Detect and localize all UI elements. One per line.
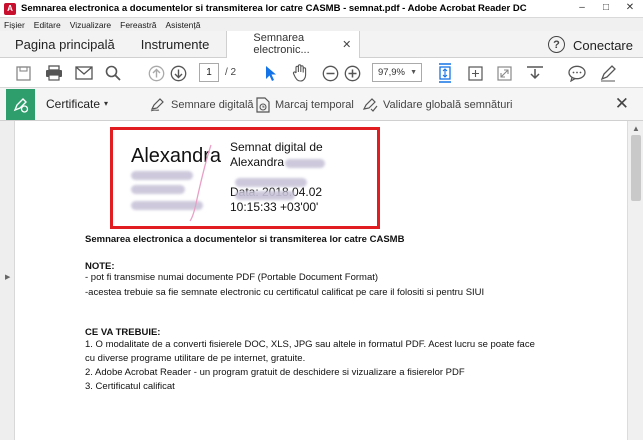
full-screen-icon[interactable] (466, 64, 484, 82)
acrobat-app-icon: A (4, 2, 16, 15)
requirement-2: 2. Adobe Acrobat Reader - un program gra… (85, 367, 465, 378)
requirement-1b: cu diverse programe utilitare de pe inte… (85, 353, 306, 364)
certificate-tool-icon[interactable] (6, 89, 35, 120)
scroll-mode-icon[interactable] (525, 64, 545, 82)
title-bar: A Semnarea electronica a documentelor si… (0, 0, 643, 18)
timestamp-doc-icon (256, 97, 270, 113)
comment-icon[interactable] (567, 64, 587, 82)
zoom-out-icon[interactable] (321, 64, 339, 82)
select-cursor-icon[interactable] (262, 64, 280, 82)
menu-file[interactable]: Fișier (4, 20, 25, 30)
caret-down-icon[interactable]: ▾ (104, 99, 108, 108)
left-panel-toggle[interactable]: ▶ (0, 121, 15, 440)
note-line-2: -acestea trebuie sa fie semnate electron… (85, 287, 485, 298)
hand-tool-icon[interactable] (290, 64, 310, 82)
scrollbar-thumb[interactable] (631, 135, 641, 201)
menu-help[interactable]: Asistență (166, 20, 201, 30)
scroll-up-icon[interactable]: ▲ (632, 124, 640, 133)
redacted-text (131, 171, 193, 180)
zoom-in-icon[interactable] (343, 64, 361, 82)
chevron-down-icon: ▼ (410, 69, 417, 76)
signature-line-4: 10:15:33 +03'00' (230, 200, 319, 214)
certificates-toolbar: Certificate ▾ Semnare digitală Marcaj te… (0, 88, 643, 121)
minimize-button[interactable]: – (575, 2, 589, 13)
document-viewer[interactable]: Alexandra Semnat digital de Alexandra Da… (15, 121, 627, 440)
timestamp-label: Marcaj temporal (275, 99, 354, 111)
timestamp-button[interactable]: Marcaj temporal (256, 97, 354, 113)
tab-document-label: Semnarea electronic... (253, 32, 310, 56)
window-title: Semnarea electronica a documentelor si t… (21, 3, 527, 14)
redacted-text (235, 178, 307, 187)
signature-pen-icon (150, 98, 164, 112)
menu-window[interactable]: Fereastră (120, 20, 156, 30)
expand-panel-icon[interactable]: ▶ (5, 273, 10, 281)
signature-signer: Alexandra (230, 155, 285, 169)
close-toolbar-icon[interactable]: ✕ (615, 94, 629, 114)
note-title: NOTE: (85, 261, 115, 272)
print-icon[interactable] (44, 64, 64, 82)
zoom-level-select[interactable]: 97,9% ▼ (372, 63, 422, 82)
validate-signatures-button[interactable]: Validare globală semnături (362, 97, 512, 112)
close-window-button[interactable]: ✕ (623, 2, 637, 13)
digital-sign-button[interactable]: Semnare digitală (150, 97, 254, 112)
main-toolbar: 1 / 2 97,9% ▼ (0, 58, 643, 88)
vertical-scrollbar[interactable]: ▲ (627, 121, 643, 440)
window-controls: – □ ✕ (575, 2, 637, 13)
search-icon[interactable] (104, 64, 122, 82)
tab-document[interactable]: Semnarea electronic... ✕ (226, 30, 361, 58)
fit-page-icon[interactable] (436, 63, 454, 83)
menu-edit[interactable]: Editare (34, 20, 61, 30)
tab-home[interactable]: Pagina principală (0, 31, 128, 58)
requirement-1a: 1. O modalitate de a converti fisierele … (85, 339, 535, 350)
login-button[interactable]: Conectare (573, 38, 633, 53)
signature-line-1: Semnat digital de (230, 140, 323, 154)
signature-stroke-graphic (189, 144, 212, 222)
requirements-title: CE VA TREBUIE: (85, 327, 161, 338)
previous-page-icon[interactable] (147, 64, 165, 82)
menu-bar: Fișier Editare Vizualizare Fereastră Asi… (0, 18, 643, 31)
redacted-text (131, 185, 185, 194)
page-total: / 2 (225, 67, 237, 78)
tab-tools[interactable]: Instrumente (128, 31, 223, 58)
validate-signature-icon (362, 98, 378, 112)
note-line-1: - pot fi transmise numai documente PDF (… (85, 272, 379, 283)
maximize-button[interactable]: □ (599, 2, 613, 13)
page-number-input[interactable]: 1 (199, 63, 219, 82)
digital-sign-label: Semnare digitală (171, 98, 254, 111)
tab-bar: Pagina principală Instrumente Semnarea e… (0, 30, 643, 58)
zoom-level-value: 97,9% (378, 67, 405, 78)
certificates-menu[interactable]: Certificate (46, 97, 100, 111)
document-heading: Semnarea electronica a documentelor si t… (85, 234, 405, 245)
menu-view[interactable]: Vizualizare (70, 20, 111, 30)
tab-close-icon[interactable]: ✕ (342, 38, 351, 51)
requirement-3: 3. Certificatul calificat (85, 381, 175, 392)
redacted-text (285, 159, 325, 168)
redacted-text (235, 191, 295, 200)
email-icon[interactable] (74, 64, 94, 82)
next-page-icon[interactable] (169, 64, 187, 82)
sign-pen-icon[interactable] (598, 64, 618, 82)
help-icon[interactable]: ? (548, 36, 565, 53)
validate-signatures-label: Validare globală semnături (383, 98, 513, 111)
read-mode-icon[interactable] (495, 64, 513, 82)
save-icon[interactable] (14, 64, 32, 82)
